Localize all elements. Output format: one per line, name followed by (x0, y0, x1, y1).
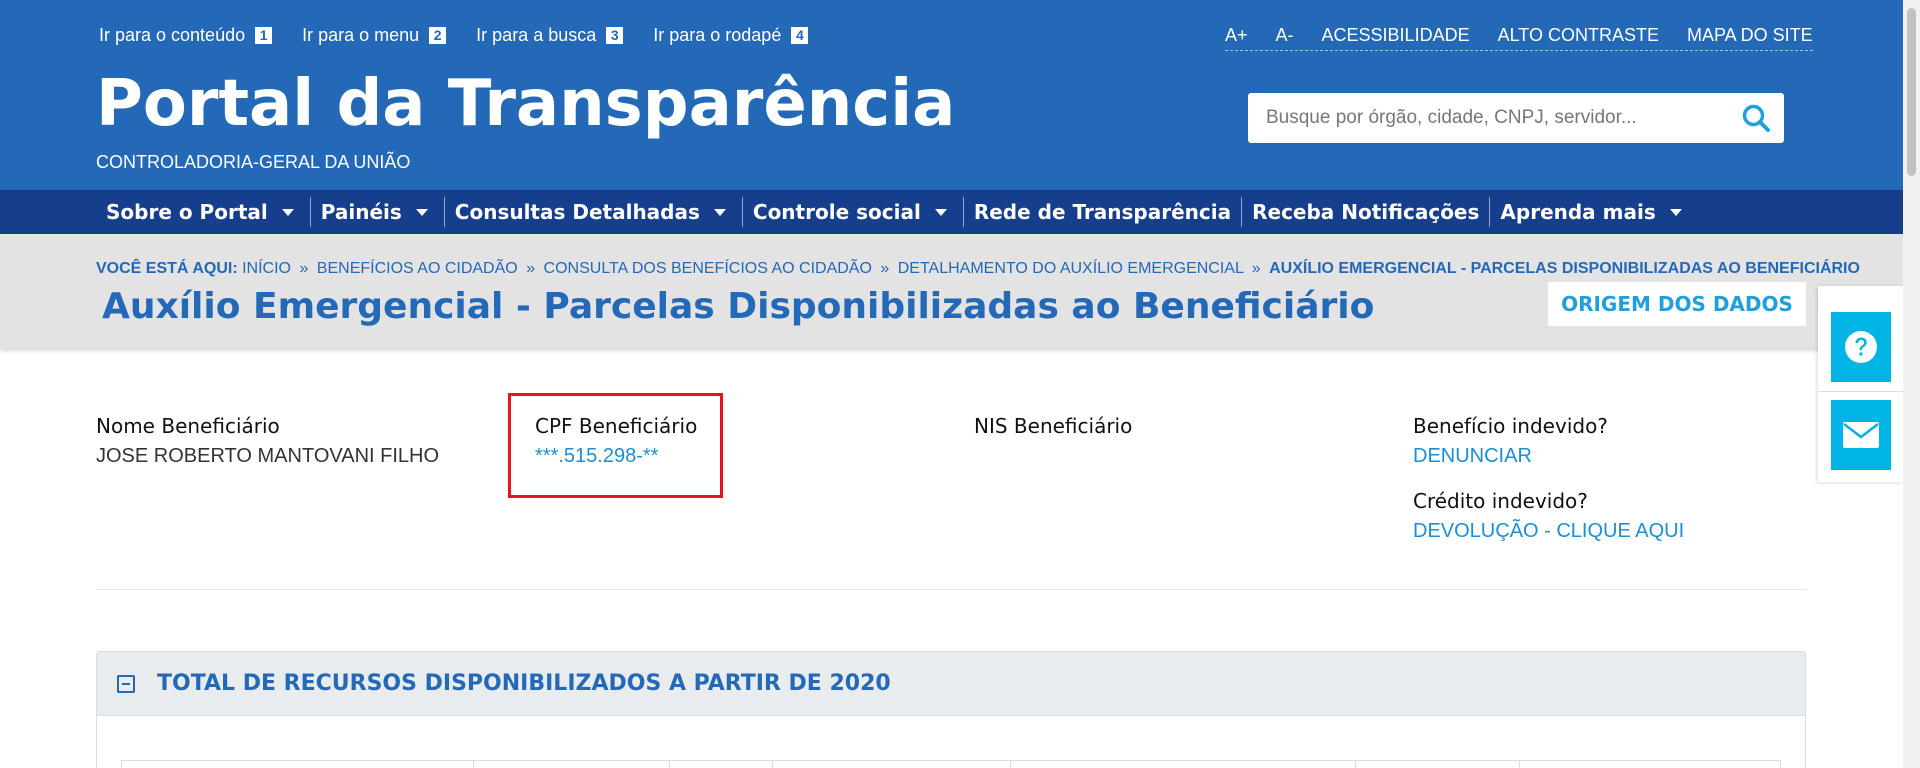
origin-of-data-button[interactable]: ORIGEM DOS DADOS (1548, 282, 1806, 326)
total-resources-section: TOTAL DE RECURSOS DISPONIBILIZADOS A PAR… (96, 651, 1806, 768)
table-column-border (1780, 761, 1781, 768)
beneficiary-name-value: JOSE ROBERTO MANTOVANI FILHO (96, 445, 440, 467)
section-title: TOTAL DE RECURSOS DISPONIBILIZADOS A PAR… (157, 671, 891, 696)
breadcrumb-separator: » (880, 260, 890, 277)
skip-link-search[interactable]: Ir para a busca 3 (476, 25, 624, 46)
breadcrumb-prefix: VOCÊ ESTÁ AQUI: (96, 260, 238, 277)
beneficiary-nis-label: NIS Beneficiário (974, 414, 1133, 438)
skip-link-footer[interactable]: Ir para o rodapé 4 (653, 25, 809, 46)
report-link[interactable]: DENUNCIAR (1413, 445, 1532, 468)
main-nav: Sobre o Portal Painéis Consultas Detalha… (0, 190, 1903, 234)
page-title: Auxílio Emergencial - Parcelas Disponibi… (102, 286, 1375, 327)
font-decrease-link[interactable]: A- (1276, 25, 1294, 46)
breadcrumb-separator: » (299, 260, 309, 277)
scrollbar-thumb[interactable] (1907, 8, 1916, 176)
help-button[interactable] (1831, 312, 1891, 382)
nav-item-receba-notificacoes[interactable]: Receba Notificações (1242, 197, 1491, 227)
skip-link-menu[interactable]: Ir para o menu 2 (302, 25, 447, 46)
title-band: VOCÊ ESTÁ AQUI: INÍCIO » BENEFÍCIOS AO C… (0, 234, 1903, 348)
breadcrumb-separator: » (526, 260, 536, 277)
skip-key-4: 4 (791, 27, 809, 44)
contact-mail-button[interactable] (1831, 400, 1891, 470)
minus-square-icon (117, 674, 135, 693)
font-increase-link[interactable]: A+ (1225, 25, 1248, 46)
nav-item-paineis[interactable]: Painéis (311, 197, 445, 227)
undue-credit-label: Crédito indevido? (1413, 489, 1588, 513)
utility-links: A+ A- ACESSIBILIDADE ALTO CONTRASTE MAPA… (1225, 25, 1813, 51)
caret-down-icon (1669, 208, 1682, 216)
skip-key-3: 3 (606, 27, 624, 44)
breadcrumb-item-consulta[interactable]: CONSULTA DOS BENEFÍCIOS AO CIDADÃO (544, 260, 872, 277)
cpf-highlight-box (508, 393, 723, 498)
portal-title[interactable]: Portal da Transparência (96, 66, 955, 142)
nav-item-controle-social[interactable]: Controle social (743, 197, 964, 227)
page-scrollbar[interactable] (1903, 0, 1920, 768)
nav-item-consultas-detalhadas[interactable]: Consultas Detalhadas (445, 197, 743, 227)
question-circle-icon (1845, 331, 1877, 363)
caret-down-icon (713, 208, 726, 216)
skip-links: Ir para o conteúdo 1 Ir para o menu 2 Ir p… (99, 25, 838, 46)
breadcrumb-item-detalhamento[interactable]: DETALHAMENTO DO AUXÍLIO EMERGENCIAL (898, 260, 1244, 277)
table-column-border (473, 761, 474, 768)
table-column-border (1519, 761, 1520, 768)
portal-subtitle: CONTROLADORIA-GERAL DA UNIÃO (96, 152, 411, 172)
nav-item-aprenda-mais[interactable]: Aprenda mais (1490, 197, 1697, 227)
caret-down-icon (934, 208, 947, 216)
table-column-border (772, 761, 773, 768)
beneficiary-name-label: Nome Beneficiário (96, 414, 280, 438)
total-resources-toggle[interactable]: TOTAL DE RECURSOS DISPONIBILIZADOS A PAR… (97, 652, 1805, 716)
undue-benefit-label: Benefício indevido? (1413, 414, 1608, 438)
caret-down-icon (415, 208, 428, 216)
resources-table (121, 760, 1781, 768)
search-button[interactable] (1728, 93, 1784, 143)
floating-side-panel (1818, 286, 1903, 482)
caret-down-icon (281, 208, 294, 216)
breadcrumb-separator: » (1251, 260, 1261, 277)
skip-key-1: 1 (255, 27, 273, 44)
search-box (1248, 93, 1784, 143)
site-map-link[interactable]: MAPA DO SITE (1687, 25, 1813, 46)
table-column-border (1355, 761, 1356, 768)
side-panel-divider (1818, 391, 1903, 392)
skip-link-content[interactable]: Ir para o conteúdo 1 (99, 25, 273, 46)
breadcrumb-current: AUXÍLIO EMERGENCIAL - PARCELAS DISPONIBI… (1269, 260, 1860, 277)
skip-key-2: 2 (429, 27, 447, 44)
table-column-border (669, 761, 670, 768)
breadcrumb-item-inicio[interactable]: INÍCIO (242, 260, 291, 277)
search-input[interactable] (1248, 93, 1728, 143)
site-header: Ir para o conteúdo 1 Ir para o menu 2 Ir p… (0, 0, 1903, 190)
refund-link[interactable]: DEVOLUÇÃO - CLIQUE AQUI (1413, 520, 1684, 543)
accessibility-link[interactable]: ACESSIBILIDADE (1322, 25, 1470, 46)
table-column-border (1010, 761, 1011, 768)
breadcrumb-item-beneficios[interactable]: BENEFÍCIOS AO CIDADÃO (317, 260, 518, 277)
table-column-border (121, 761, 122, 768)
high-contrast-link[interactable]: ALTO CONTRASTE (1498, 25, 1659, 46)
nav-item-rede-de-transparencia[interactable]: Rede de Transparência (964, 197, 1243, 227)
divider (96, 589, 1806, 590)
envelope-icon (1843, 422, 1879, 448)
nav-item-sobre-o-portal[interactable]: Sobre o Portal (96, 197, 311, 227)
breadcrumb: VOCÊ ESTÁ AQUI: INÍCIO » BENEFÍCIOS AO C… (96, 260, 1860, 278)
search-icon (1742, 104, 1770, 132)
